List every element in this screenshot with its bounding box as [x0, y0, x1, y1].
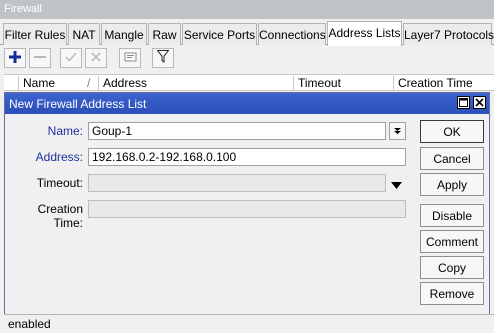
check-icon [65, 51, 77, 66]
restore-button[interactable] [457, 96, 470, 109]
comment-button[interactable]: Comment [420, 230, 484, 253]
address-field[interactable]: 192.168.0.2-192.168.0.100 [88, 148, 406, 166]
tab-filter-rules[interactable]: Filter Rules [3, 23, 67, 45]
list-header: Name / Address Timeout Creation Time [4, 74, 494, 91]
tab-raw[interactable]: Raw [148, 23, 181, 45]
tab-nat[interactable]: NAT [68, 23, 100, 45]
timeout-dropdown-arrow[interactable] [391, 178, 403, 189]
name-dropdown-button[interactable] [389, 122, 406, 140]
cancel-button[interactable]: Cancel [420, 147, 484, 170]
restore-icon [459, 96, 468, 110]
window-title: Firewall [0, 0, 494, 19]
disable-toolbar-button[interactable] [85, 48, 107, 68]
name-field[interactable]: Goup-1 [88, 122, 386, 140]
close-icon [475, 96, 484, 110]
apply-button[interactable]: Apply [420, 173, 484, 196]
sort-indicator-icon: / [87, 76, 91, 90]
comment-icon [124, 51, 137, 66]
status-bar: enabled [4, 314, 494, 333]
tab-service-ports[interactable]: Service Ports [182, 23, 257, 45]
timeout-field [88, 174, 386, 192]
address-label: Address: [35, 150, 83, 164]
plus-icon [9, 50, 21, 66]
column-header-name[interactable]: Name / [18, 76, 98, 90]
cross-icon [90, 51, 102, 66]
copy-button[interactable]: Copy [420, 256, 484, 279]
disable-button[interactable]: Disable [420, 204, 484, 227]
filter-icon [156, 50, 170, 66]
creation-time-field [88, 200, 406, 218]
creation-time-label: Creation Time: [37, 202, 83, 230]
timeout-label: Timeout: [36, 176, 83, 190]
enable-button[interactable] [60, 48, 82, 68]
comment-toolbar-button[interactable] [119, 48, 141, 68]
dialog-title-bar: New Firewall Address List [5, 93, 489, 114]
tab-bar: Filter Rules NAT Mangle Raw Service Port… [0, 21, 494, 46]
column-header-timeout[interactable]: Timeout [293, 76, 393, 90]
chevron-down-icon [393, 124, 402, 138]
ok-button[interactable]: OK [420, 120, 484, 143]
name-label: Name: [47, 124, 83, 138]
dialog-title: New Firewall Address List [9, 97, 147, 111]
tab-mangle[interactable]: Mangle [101, 23, 147, 45]
remove-toolbar-button[interactable] [29, 48, 51, 68]
column-header-creation-time[interactable]: Creation Time [393, 76, 493, 90]
remove-button[interactable]: Remove [420, 282, 484, 305]
column-header-address[interactable]: Address [98, 76, 294, 90]
tab-layer7-protocols[interactable]: Layer7 Protocols [403, 23, 494, 45]
triangle-down-icon [391, 178, 402, 192]
minus-icon [34, 51, 46, 66]
filter-button[interactable] [152, 48, 174, 68]
add-button[interactable] [4, 48, 26, 68]
status-text: enabled [8, 317, 51, 331]
close-button[interactable] [473, 96, 486, 109]
new-address-list-dialog: New Firewall Address List Name: Goup-1 A… [4, 92, 490, 315]
tab-address-lists[interactable]: Address Lists [327, 21, 402, 46]
tab-connections[interactable]: Connections [258, 23, 326, 45]
